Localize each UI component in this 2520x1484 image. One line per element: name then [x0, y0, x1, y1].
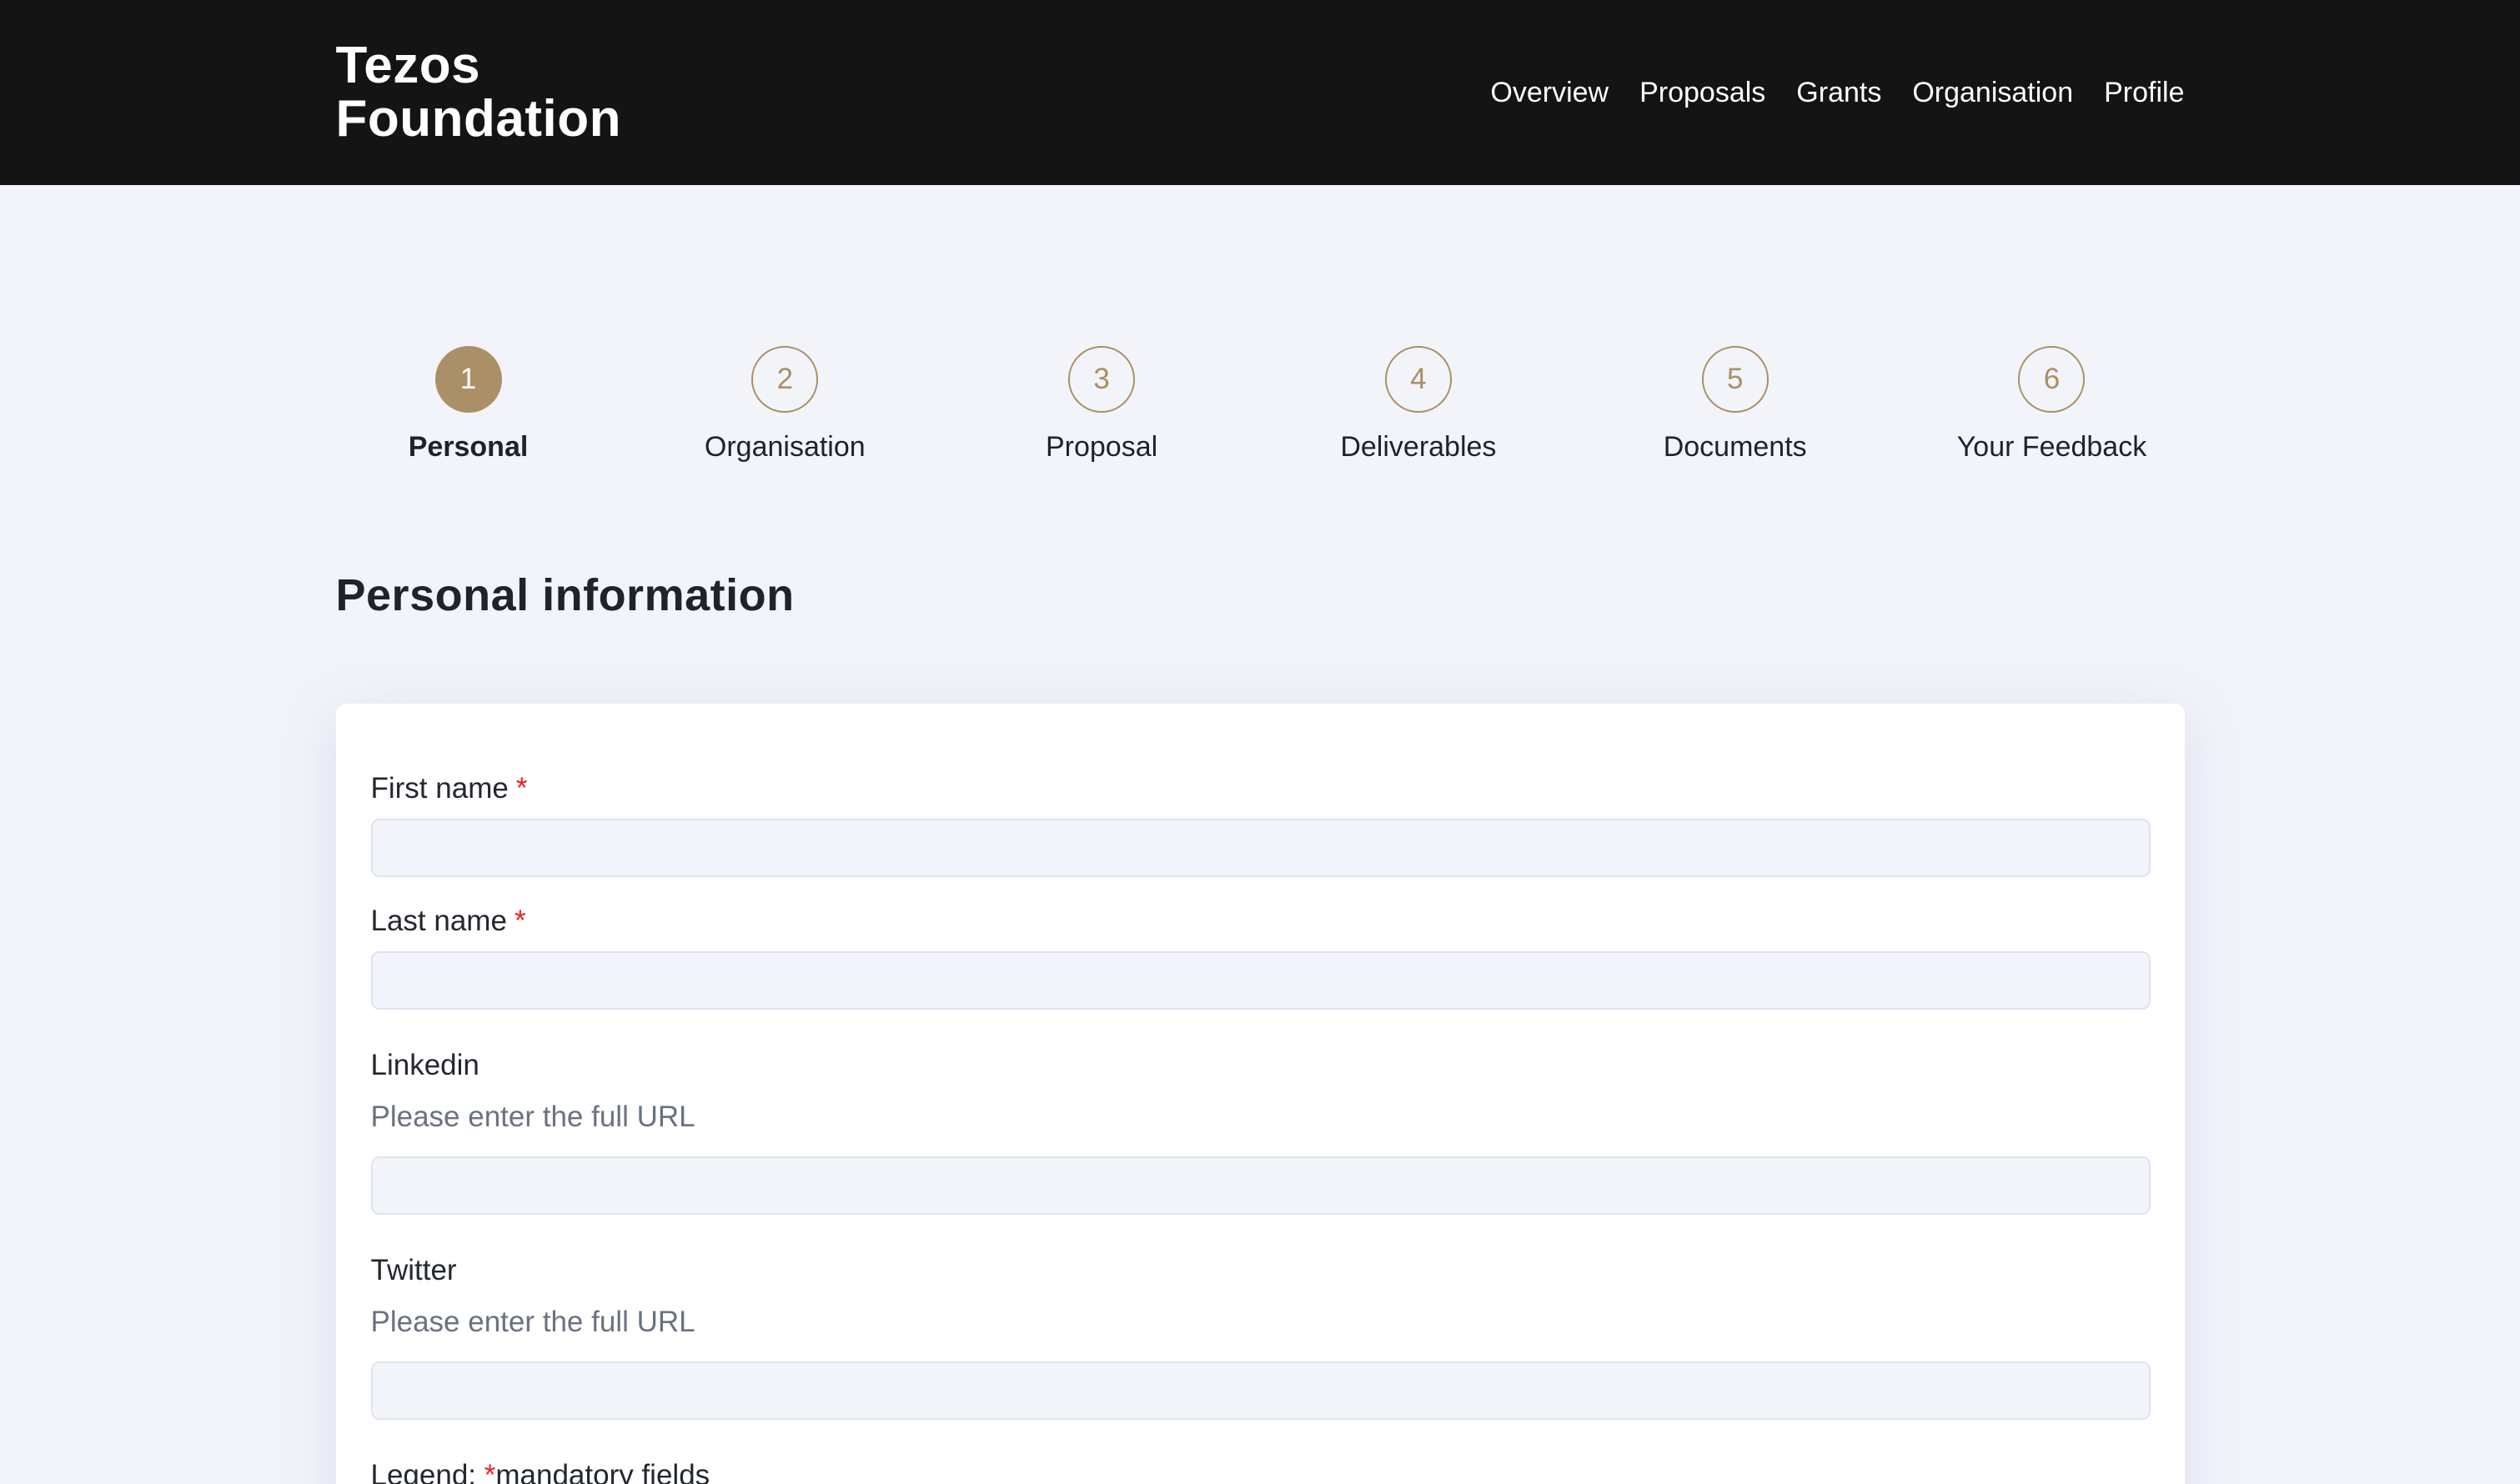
legend-text: mandatory fields	[495, 1459, 710, 1484]
step-circle: 6	[2018, 346, 2085, 413]
stepper: 1 Personal 2 Organisation 3 Proposal 4 Delivera…	[336, 185, 2185, 464]
required-marker: *	[516, 772, 528, 805]
step-circle: 5	[1702, 346, 1769, 413]
step-3-proposal[interactable]: 3 Proposal	[969, 346, 1234, 464]
app-header: Tezos Foundation Overview Proposals Grants…	[0, 0, 2520, 185]
nav-item-profile[interactable]: Profile	[2104, 78, 2184, 107]
step-label: Deliverables	[1340, 431, 1496, 464]
step-4-deliverables[interactable]: 4 Deliverables	[1286, 346, 1551, 464]
field-label-text: First name	[371, 772, 509, 805]
step-1-personal[interactable]: 1 Personal	[336, 346, 601, 464]
step-number: 4	[1410, 363, 1426, 396]
personal-info-form: First name*Last name*LinkedinPlease ente…	[371, 770, 2151, 1420]
step-number: 3	[1093, 363, 1109, 396]
step-label: Your Feedback	[1957, 431, 2146, 464]
step-number: 2	[777, 363, 793, 396]
field-last-name: Last name*	[371, 903, 2151, 1010]
step-circle: 1	[435, 346, 502, 413]
step-6-your-feedback[interactable]: 6 Your Feedback	[1919, 346, 2184, 464]
brand-logo-line2: Foundation	[336, 93, 621, 146]
legend-prefix: Legend:	[371, 1459, 484, 1484]
step-number: 5	[1727, 363, 1743, 396]
field-twitter: Twitter Please enter the full URL	[371, 1252, 2151, 1420]
field-helper-twitter: Please enter the full URL	[371, 1304, 2151, 1341]
step-circle: 2	[751, 346, 818, 413]
nav-item-organisation[interactable]: Organisation	[1912, 78, 2073, 107]
page-title: Personal information	[336, 569, 2185, 621]
field-label-text: Last name	[371, 905, 507, 937]
last-name-input[interactable]	[371, 951, 2151, 1010]
legend-required-marker: *	[484, 1459, 496, 1484]
step-circle: 4	[1385, 346, 1452, 413]
twitter-input[interactable]	[371, 1361, 2151, 1420]
field-label-first-name: First name*	[371, 770, 2151, 807]
nav-item-proposals[interactable]: Proposals	[1639, 78, 1765, 107]
step-number: 1	[460, 363, 476, 396]
field-label-twitter: Twitter	[371, 1252, 2151, 1289]
nav-item-grants[interactable]: Grants	[1796, 78, 1881, 107]
field-linkedin: Linkedin Please enter the full URL	[371, 1047, 2151, 1215]
step-label: Proposal	[1046, 431, 1157, 464]
step-2-organisation[interactable]: 2 Organisation	[652, 346, 917, 464]
step-label: Organisation	[705, 431, 866, 464]
field-label-linkedin: Linkedin	[371, 1047, 2151, 1084]
field-helper-linkedin: Please enter the full URL	[371, 1099, 2151, 1136]
main-nav: Overview Proposals Grants Organisation Profi…	[1490, 78, 2184, 107]
form-card: First name*Last name*LinkedinPlease ente…	[336, 704, 2185, 1484]
step-number: 6	[2044, 363, 2060, 396]
brand-logo-line1: Tezos	[336, 39, 621, 93]
first-name-input[interactable]	[371, 819, 2151, 877]
field-label-text: Linkedin	[371, 1049, 479, 1081]
step-label: Personal	[409, 431, 529, 464]
step-circle: 3	[1068, 346, 1135, 413]
main-content: 1 Personal 2 Organisation 3 Proposal 4 Delivera…	[0, 185, 2520, 1484]
required-marker: *	[515, 905, 526, 937]
step-label: Documents	[1664, 431, 1807, 464]
legend: Legend: *mandatory fields	[371, 1457, 2151, 1484]
field-label-text: Twitter	[371, 1254, 457, 1286]
nav-item-overview[interactable]: Overview	[1490, 78, 1609, 107]
linkedin-input[interactable]	[371, 1156, 2151, 1215]
field-first-name: First name*	[371, 770, 2151, 877]
brand-logo[interactable]: Tezos Foundation	[336, 39, 621, 147]
step-5-documents[interactable]: 5 Documents	[1603, 346, 1868, 464]
field-label-last-name: Last name*	[371, 903, 2151, 940]
